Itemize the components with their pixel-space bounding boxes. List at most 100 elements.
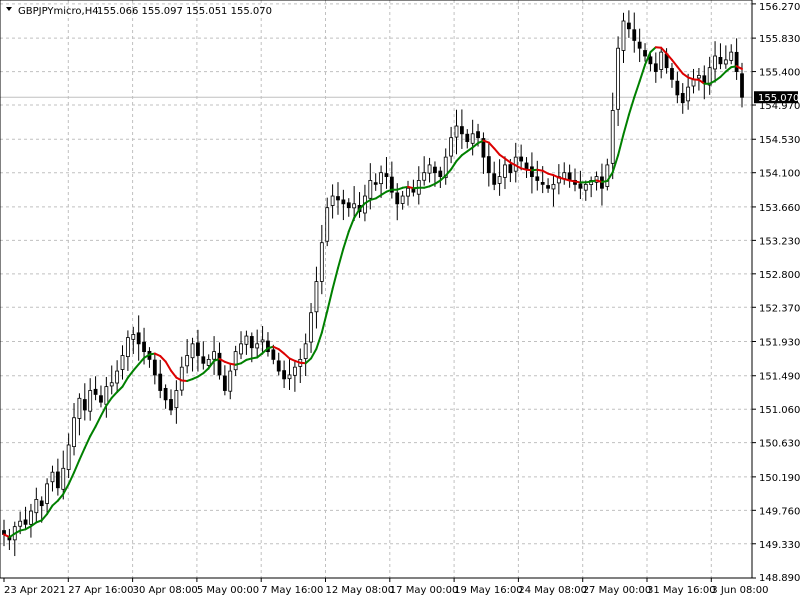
candle-body	[271, 349, 276, 360]
candle-body	[276, 360, 281, 372]
candle-body	[346, 202, 351, 209]
candle-body	[104, 386, 109, 405]
candle-body	[131, 334, 136, 340]
y-tick-label: 152.800	[759, 270, 800, 281]
candle-body	[546, 185, 550, 189]
candle-body	[422, 172, 427, 181]
candle-body	[486, 156, 491, 174]
candle-body	[319, 242, 324, 282]
x-tick-label: 27 Apr 16:00	[68, 585, 133, 596]
candle-body	[55, 471, 60, 489]
candle-body	[395, 192, 400, 205]
candle-body	[309, 312, 313, 343]
candle-body	[524, 162, 529, 170]
candle-body	[373, 182, 378, 185]
candle-body	[222, 375, 227, 391]
y-tick-label: 154.100	[759, 169, 800, 180]
candle-body	[632, 29, 637, 41]
candle-body	[136, 332, 141, 345]
candle-body	[406, 187, 410, 197]
candle-body	[115, 370, 120, 384]
candle-body	[734, 51, 739, 72]
candle-body	[697, 75, 701, 79]
candle-body	[255, 343, 260, 349]
candle-body	[519, 156, 524, 162]
y-tick-label: 153.230	[759, 236, 800, 247]
y-tick-label: 152.370	[759, 303, 800, 314]
candle-body	[99, 395, 103, 403]
candle-body	[174, 390, 179, 409]
candle-body	[18, 520, 23, 527]
candle-body	[384, 173, 389, 177]
y-tick-label: 151.490	[759, 372, 800, 383]
candle-body	[508, 164, 513, 174]
x-tick-label: 31 May 16:00	[647, 585, 716, 596]
x-tick-label: 27 May 00:00	[583, 585, 652, 596]
candle-body	[179, 366, 184, 391]
candle-body	[61, 467, 66, 490]
x-tick-label: 23 Apr 2021	[4, 585, 66, 596]
candle-body	[330, 195, 335, 206]
x-tick-label: 7 May 16:00	[261, 585, 323, 596]
symbol-label: GBPJPYmicro,H4	[18, 6, 99, 17]
candle-body	[379, 172, 383, 185]
candle-body	[282, 370, 287, 380]
candle-body	[670, 68, 674, 80]
candle-body	[497, 176, 502, 184]
y-tick-label: 148.890	[759, 573, 800, 584]
candle-body	[626, 22, 631, 30]
candle-body	[190, 343, 195, 359]
candle-body	[659, 51, 664, 70]
candle-body	[45, 483, 49, 504]
candle-body	[196, 342, 200, 356]
candle-body	[605, 164, 610, 187]
candle-body	[228, 370, 233, 392]
candle-body	[503, 164, 507, 178]
candle-body	[34, 499, 39, 514]
y-tick-label: 151.930	[759, 338, 800, 349]
candle-body	[686, 86, 691, 102]
candle-body	[249, 336, 254, 349]
candle-body	[729, 51, 734, 61]
y-tick-label: 154.530	[759, 135, 800, 146]
candle-body	[93, 388, 98, 395]
candle-body	[438, 170, 443, 177]
current-price-badge: 155.070	[754, 91, 799, 104]
candle-body	[142, 341, 146, 353]
candle-body	[233, 351, 238, 371]
chart-window[interactable]: 156.270 155.830 155.400 154.970 154.530 154.1…	[0, 0, 800, 600]
candle-body	[244, 335, 249, 345]
candle-body	[352, 203, 357, 209]
candle-body	[427, 164, 432, 174]
candle-body	[433, 166, 437, 174]
candle-body	[39, 500, 44, 507]
candle-body	[163, 387, 168, 401]
candle-body	[82, 399, 87, 411]
candle-body	[718, 57, 723, 65]
candle-body	[578, 183, 583, 189]
candle-body	[50, 471, 55, 483]
candle-body	[125, 337, 130, 358]
candle-body	[185, 355, 190, 367]
candle-body	[653, 63, 658, 72]
candle-body	[260, 339, 265, 343]
candle-body	[610, 110, 615, 164]
candle-body	[476, 131, 480, 139]
y-tick-label: 156.270	[759, 2, 800, 13]
price-chart[interactable]: 156.270155.830155.400154.970154.530154.1…	[0, 0, 800, 600]
candle-body	[292, 366, 297, 376]
candle-body	[341, 199, 346, 205]
candle-body	[621, 20, 626, 51]
candle-body	[206, 359, 211, 366]
candle-body	[637, 41, 642, 49]
candle-body	[740, 73, 744, 98]
candle-body	[29, 510, 33, 525]
y-tick-label: 149.330	[759, 540, 800, 551]
candle-body	[66, 444, 71, 470]
candle-body	[325, 207, 330, 242]
candle-body	[713, 55, 717, 70]
candle-body	[169, 399, 173, 411]
x-tick-label: 5 May 00:00	[197, 585, 259, 596]
candle-body	[217, 352, 222, 376]
candle-body	[287, 374, 292, 380]
